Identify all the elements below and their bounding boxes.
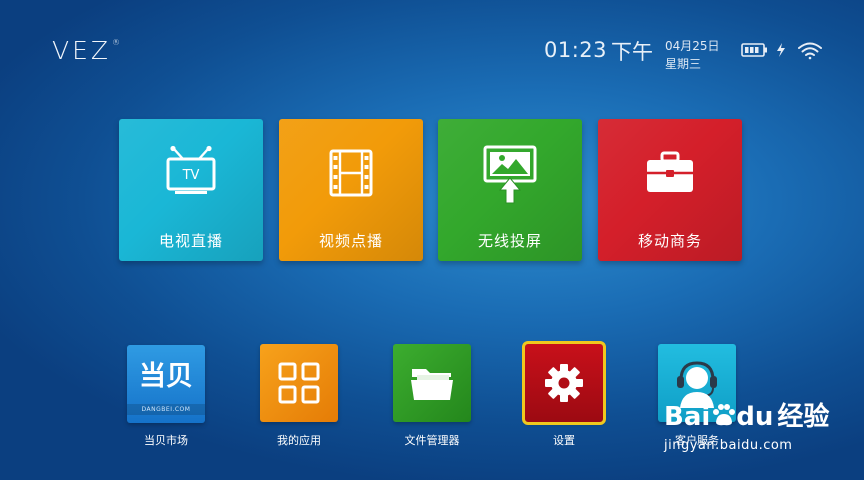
gear-icon <box>545 364 583 402</box>
dangbei-badge-text: 当贝 <box>139 360 193 392</box>
status-bar <box>741 40 823 60</box>
paw-icon <box>713 404 736 426</box>
screencast-icon <box>438 145 582 205</box>
app-label: 设置 <box>553 434 575 447</box>
watermark-brand-du: du <box>736 402 774 432</box>
watermark-suffix: 经验 <box>777 402 830 432</box>
brand-logo: VEZ® <box>52 36 123 65</box>
app-settings[interactable] <box>522 341 606 425</box>
app-dangbei-market[interactable]: 当贝 DANGBEI.COM <box>127 345 205 423</box>
tile-tv-live[interactable]: TV 电视直播 <box>119 119 263 261</box>
charging-icon <box>777 43 785 57</box>
logo-text: VEZ <box>52 36 112 65</box>
baidu-jingyan-watermark: Bai du 经验 jingyan.baidu.com <box>664 396 829 453</box>
tile-mobile-business[interactable]: 移动商务 <box>598 119 742 261</box>
tile-wireless-screencast[interactable]: 无线投屏 <box>438 119 582 261</box>
tile-label: 无线投屏 <box>477 232 542 250</box>
logo-registered-mark: ® <box>112 38 124 47</box>
briefcase-icon <box>598 145 742 201</box>
app-label: 文件管理器 <box>404 434 460 447</box>
dangbei-icon: 当贝 DANGBEI.COM <box>127 354 205 415</box>
app-label: 当贝市场 <box>144 434 188 447</box>
watermark-brand: Bai du 经验 <box>664 396 829 433</box>
app-my-apps[interactable] <box>260 344 338 422</box>
battery-icon <box>741 43 767 57</box>
date-block: 04月25日 星期三 <box>665 37 720 73</box>
clock-ampm: 下午 <box>611 40 653 64</box>
tile-label: 视频点播 <box>318 232 383 250</box>
watermark-url: jingyan.baidu.com <box>664 438 793 453</box>
app-file-manager[interactable] <box>393 344 471 422</box>
film-icon <box>279 145 423 201</box>
dangbei-sub-text: DANGBEI.COM <box>127 403 205 415</box>
app-label: 我的应用 <box>277 434 321 447</box>
watermark-brand-bai: Bai <box>664 402 711 432</box>
weekday-text: 星期三 <box>665 57 702 71</box>
wifi-icon <box>798 42 822 60</box>
grid-icon <box>278 362 320 404</box>
svg-text:TV: TV <box>182 168 200 183</box>
tv-icon: TV <box>119 145 263 201</box>
clock-time: 01:23 <box>544 38 608 62</box>
date-text: 04月25日 <box>665 39 720 53</box>
tile-label: 移动商务 <box>637 232 702 250</box>
folder-icon <box>411 369 453 400</box>
tile-label: 电视直播 <box>158 232 223 250</box>
tile-video-on-demand[interactable]: 视频点播 <box>279 119 423 261</box>
